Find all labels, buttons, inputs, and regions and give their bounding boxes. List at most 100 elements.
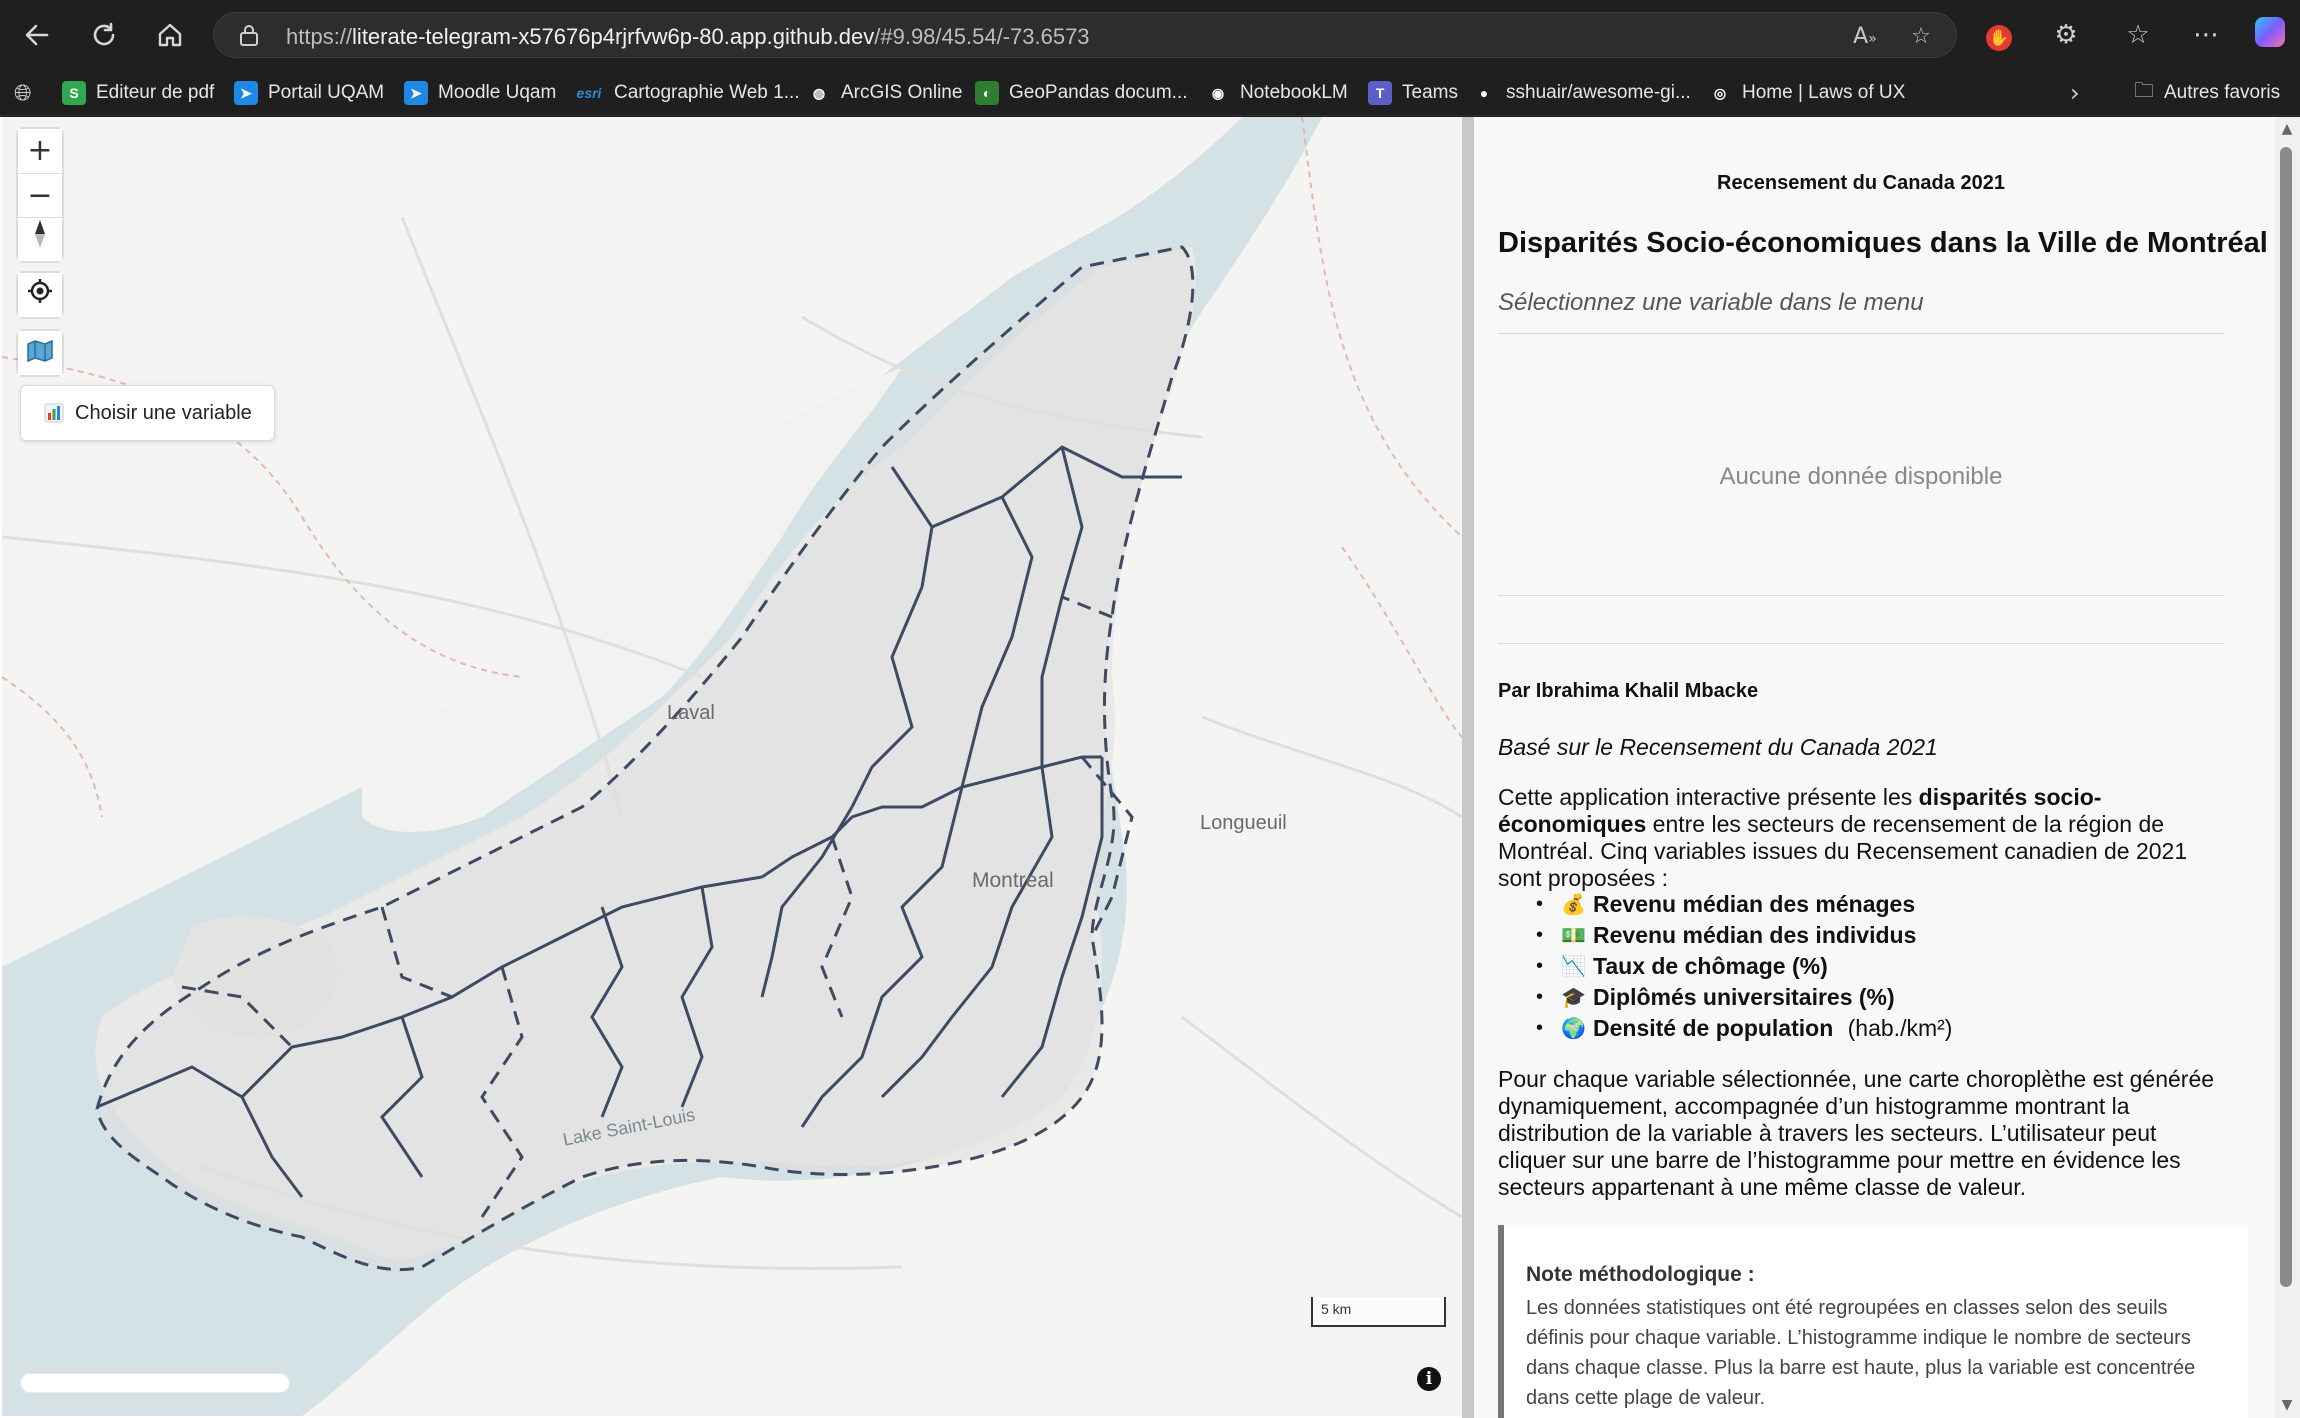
favorites-list-icon[interactable]: ☆ [2120, 17, 2156, 53]
variable-unit: (hab./km²) [1841, 1015, 1953, 1041]
bookmark-item[interactable]: ➤ Portail UQAM [234, 78, 384, 108]
divider-line [1498, 595, 2224, 596]
teams-icon: T [1368, 81, 1392, 105]
address-bar[interactable]: https://literate-telegram-x57676p4rjrfvw… [213, 12, 1957, 58]
variable-label: Revenu médian des individus [1593, 922, 1917, 948]
variable-list-item: • 💵 Revenu médian des individus [1536, 920, 1952, 951]
bookmark-label: Moodle Uqam [438, 82, 557, 103]
compass-button[interactable] [18, 217, 62, 261]
page-content: + − Choisir une variable Laval Longueuil… [0, 117, 2300, 1418]
map-view[interactable]: + − Choisir une variable Laval Longueuil… [2, 117, 1462, 1416]
bullet: • [1536, 924, 1544, 946]
no-data-message: Aucune donnée disponible [1719, 463, 2003, 490]
favorite-star-icon[interactable]: ☆ [1908, 24, 1934, 50]
intro-text-start: Cette application interactive présente l… [1498, 784, 1919, 810]
copilot-icon[interactable] [2252, 17, 2288, 53]
scroll-down-arrow-icon[interactable]: ▼ [2278, 1397, 2296, 1413]
other-favorites-folder[interactable]: 🗀 Autres favoris [2134, 78, 2280, 108]
variable-list-item: • 🎓 Diplômés universitaires (%) [1536, 982, 1952, 1013]
variable-label: Taux de chômage (%) [1593, 953, 1828, 979]
bookmark-label: ArcGIS Online [841, 82, 963, 103]
apps-globe-icon[interactable]: 🌐︎ [14, 78, 32, 108]
bookmark-item[interactable]: ◉ NotebookLM [1206, 78, 1348, 108]
zoom-in-button[interactable]: + [18, 129, 62, 173]
choose-variable-button[interactable]: Choisir une variable [20, 385, 275, 441]
bar-chart-icon [44, 403, 64, 423]
bookmark-label: Cartographie Web 1... [614, 82, 800, 103]
back-arrow-icon [25, 24, 49, 46]
browser-toolbar: https://literate-telegram-x57676p4rjrfvw… [0, 0, 2300, 70]
map-label-montreal: Montreal [972, 869, 1054, 892]
bookmark-label: Editeur de pdf [96, 82, 215, 103]
url-text: https://literate-telegram-x57676p4rjrfvw… [286, 24, 1090, 50]
bookmark-label: GeoPandas docum... [1009, 82, 1188, 103]
moodle-icon: ➤ [404, 81, 428, 105]
panel-vertical-scrollbar[interactable]: ▲ ▼ [2274, 117, 2300, 1418]
url-host: literate-telegram-x57676p4rjrfvw6p-80.ap… [352, 24, 875, 49]
home-button[interactable] [149, 14, 191, 56]
lawsofux-icon: ◎ [1708, 81, 1732, 105]
bookmark-label: Home | Laws of UX [1742, 82, 1906, 103]
bookmark-item[interactable]: S Editeur de pdf [62, 78, 214, 108]
description-paragraph: Pour chaque variable sélectionnée, une c… [1498, 1066, 2215, 1200]
scale-label: 5 km [1321, 1301, 1352, 1317]
extensions-puzzle-icon[interactable]: ⚙ [2048, 17, 2084, 53]
bookmark-item[interactable]: ➤ Moodle Uqam [404, 78, 556, 108]
basemap-button[interactable] [18, 331, 62, 375]
globe-icon: ◍ [807, 81, 831, 105]
scale-bar: 5 km [1311, 1297, 1446, 1327]
intro-paragraph: Cette application interactive présente l… [1498, 784, 2224, 892]
bookmark-item[interactable]: esri Cartographie Web 1... [574, 78, 800, 108]
more-menu-icon[interactable]: ⋯ [2188, 17, 2224, 53]
bookmark-item[interactable]: ◎ Home | Laws of UX [1708, 78, 1905, 108]
variable-list-item: • 💰 Revenu médian des ménages [1536, 889, 1952, 920]
scroll-thumb[interactable] [2280, 147, 2292, 1287]
chart-down-icon: 📉 [1561, 954, 1586, 978]
read-aloud-icon[interactable]: A» [1852, 24, 1878, 50]
divider-line [1498, 333, 2224, 334]
panel-divider[interactable] [1462, 117, 1474, 1418]
select-variable-hint: Sélectionnez une variable dans le menu [1498, 289, 1924, 316]
github-icon: ● [1472, 81, 1496, 105]
variable-label: Densité de population [1593, 1015, 1834, 1041]
map-label-laval: Laval [667, 702, 715, 724]
bookmark-item[interactable]: ● sshuair/awesome-gi... [1472, 78, 1691, 108]
esri-icon: esri [576, 85, 602, 101]
histogram-placeholder: Aucune donnée disponible [1498, 357, 2224, 597]
geolocate-button[interactable] [18, 273, 62, 317]
map-label-longueuil: Longueuil [1200, 812, 1287, 834]
bookmark-item[interactable]: T Teams [1368, 78, 1458, 108]
uqam-icon: ➤ [234, 81, 258, 105]
note-body: Les données statistiques ont été regroup… [1526, 1297, 2196, 1409]
globe-icon: 🌍 [1561, 1016, 1586, 1040]
pdf-editor-icon: S [62, 81, 86, 105]
url-path: /#9.98/45.54/-73.6573 [874, 24, 1090, 49]
back-button[interactable] [16, 14, 58, 56]
map-horizontal-scrollbar[interactable] [20, 1373, 290, 1393]
geopandas-icon: ◐ [975, 81, 999, 105]
locate-crosshair-icon [28, 279, 52, 303]
bookmark-item[interactable]: ◐ GeoPandas docum... [975, 78, 1188, 108]
methodology-note: Note méthodologique : Les données statis… [1498, 1225, 2248, 1418]
extension-shield-icon[interactable]: ✋ [1981, 17, 2017, 53]
banknote-icon: 💵 [1561, 923, 1586, 947]
bookmarks-chevron-icon[interactable]: › [2070, 78, 2080, 108]
folder-icon: 🗀 [2134, 78, 2154, 102]
variables-list: • 💰 Revenu médian des ménages • 💵 Revenu médi… [1536, 889, 1952, 1044]
choose-variable-label: Choisir une variable [75, 401, 252, 424]
zoom-out-button[interactable]: − [18, 173, 62, 217]
variable-list-item: • 📉 Taux de chômage (%) [1536, 951, 1952, 982]
info-icon[interactable]: i [1417, 1367, 1441, 1391]
source-line: Basé sur le Recensement du Canada 2021 [1498, 734, 1938, 760]
census-label: Recensement du Canada 2021 [1717, 172, 2005, 194]
zoom-controls: + − [18, 129, 62, 261]
bookmarks-bar: 🌐︎ S Editeur de pdf ➤ Portail UQAM ➤ Moodle U… [0, 70, 2300, 116]
page-title: Disparités Socio-économiques dans la Vil… [1498, 227, 2268, 259]
bookmark-item[interactable]: ◍ ArcGIS Online [807, 78, 962, 108]
divider-line [1498, 643, 2224, 644]
variable-label: Revenu médian des ménages [1593, 891, 1916, 917]
scroll-up-arrow-icon[interactable]: ▲ [2278, 121, 2296, 137]
compass-icon [35, 220, 45, 248]
bookmark-label: Portail UQAM [268, 82, 385, 103]
refresh-button[interactable] [83, 14, 125, 56]
